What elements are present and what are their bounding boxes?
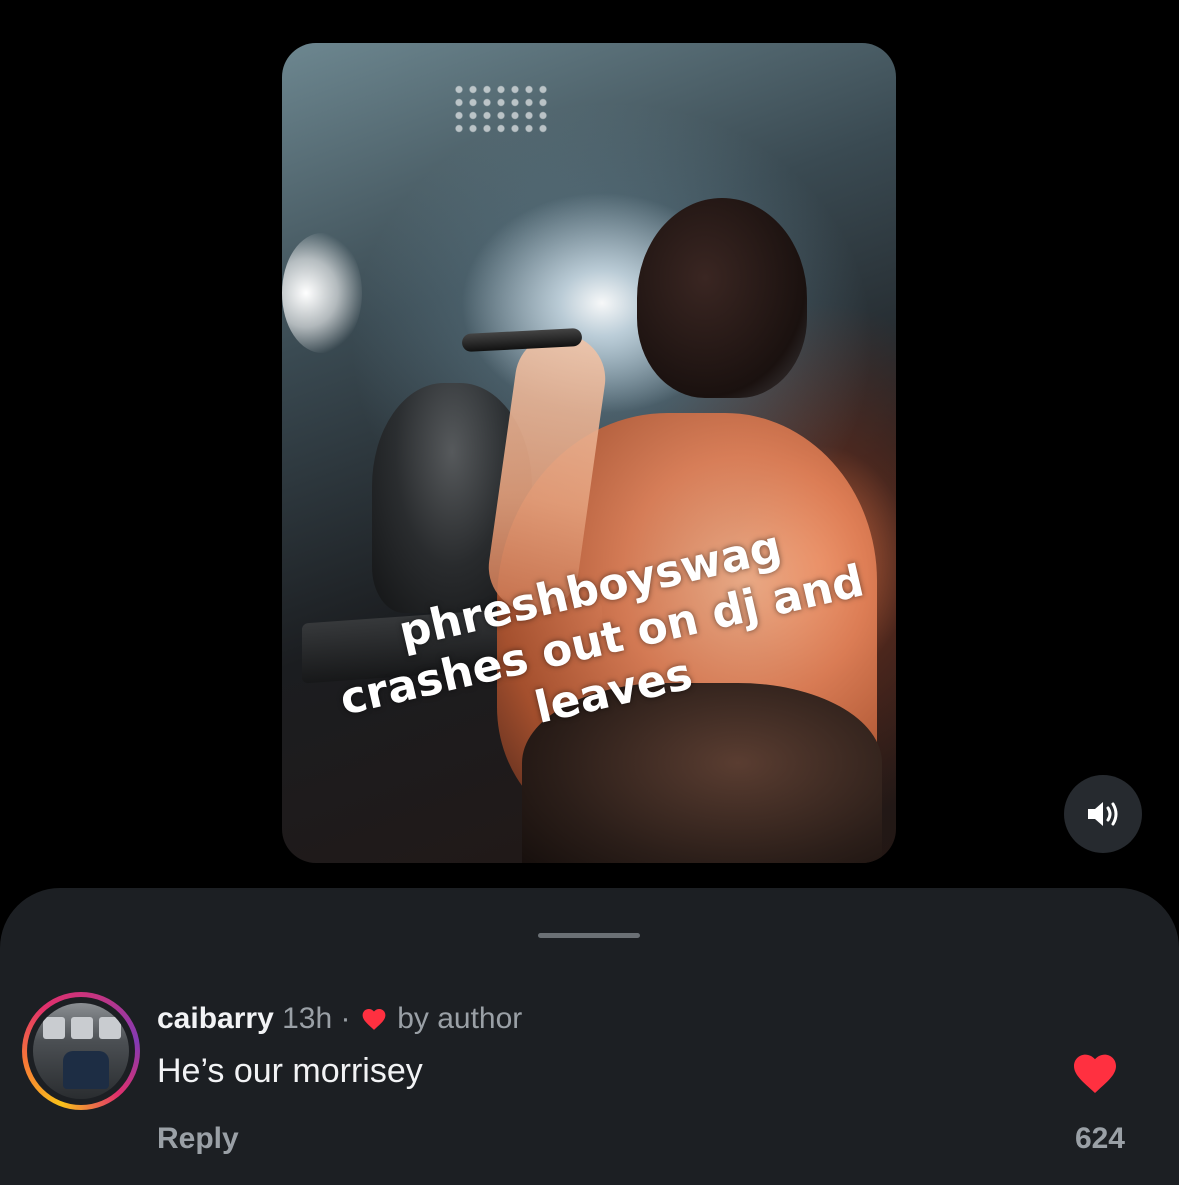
comment-text: He’s our morrisey bbox=[157, 1052, 423, 1090]
heart-icon bbox=[362, 1009, 386, 1030]
avatar[interactable] bbox=[22, 992, 140, 1110]
comments-sheet: caibarry 13h · by author He’s our morris… bbox=[0, 888, 1179, 1185]
volume-button[interactable] bbox=[1064, 775, 1142, 853]
sheet-drag-handle[interactable] bbox=[538, 933, 640, 938]
light-flare bbox=[282, 233, 362, 353]
stage-lights bbox=[452, 83, 552, 133]
reply-button[interactable]: Reply bbox=[157, 1122, 239, 1156]
heart-icon bbox=[1074, 1054, 1116, 1093]
performer-hair bbox=[637, 198, 807, 398]
video-player[interactable]: phreshboyswag crashes out on dj and leav… bbox=[282, 43, 896, 863]
like-count: 624 bbox=[1074, 1122, 1125, 1155]
liked-by-author-label: by author bbox=[397, 1002, 523, 1035]
comment-time: 13h bbox=[282, 1002, 333, 1035]
comment-username[interactable]: caibarry bbox=[157, 1002, 274, 1035]
avatar-image bbox=[33, 1003, 129, 1099]
like-button[interactable] bbox=[1071, 1051, 1119, 1095]
comment-meta: caibarry 13h · by author bbox=[157, 1002, 522, 1036]
meta-separator: · bbox=[340, 1002, 351, 1035]
speaker-volume-icon bbox=[1088, 802, 1118, 826]
